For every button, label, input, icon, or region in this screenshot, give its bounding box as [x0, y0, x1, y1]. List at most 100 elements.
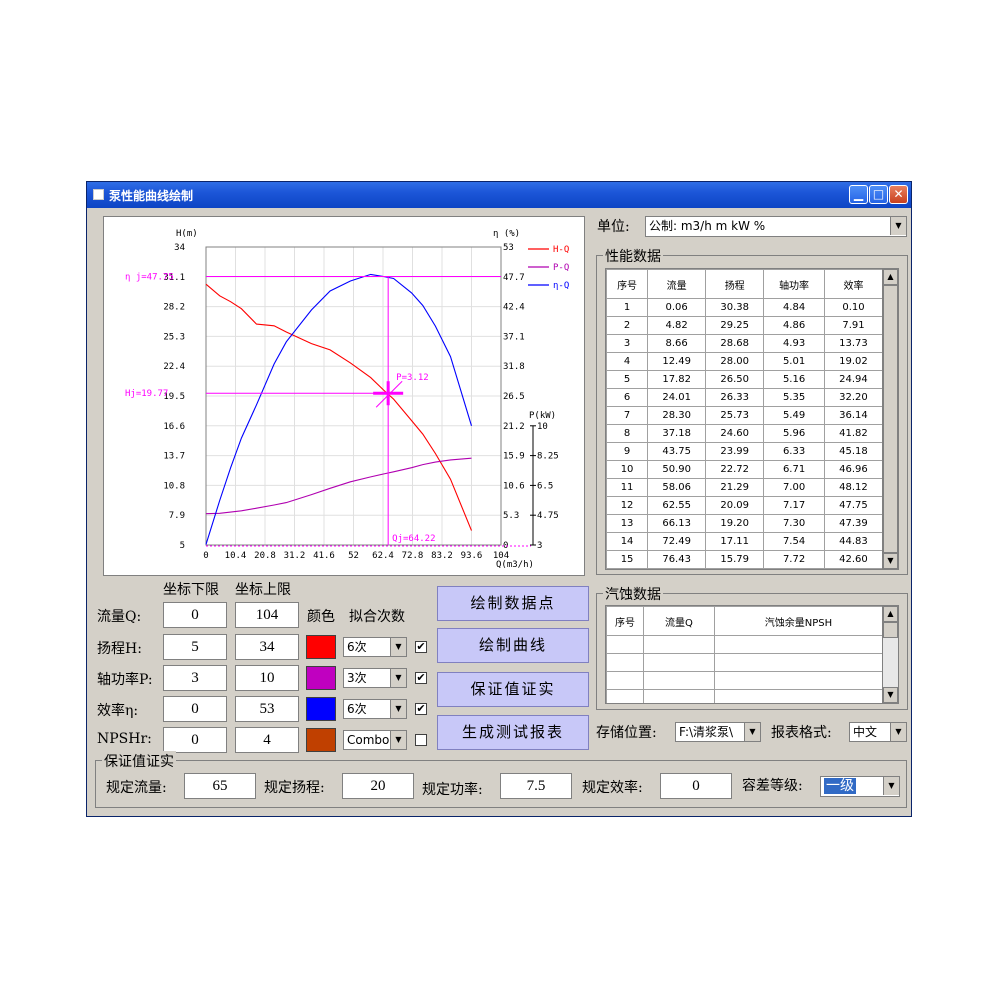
- eta-tick-label: 5.3: [503, 511, 519, 521]
- table-cell: 13: [606, 514, 649, 533]
- h-tick-label: 28.2: [163, 303, 185, 313]
- scroll-thumb[interactable]: [883, 285, 898, 553]
- chevron-down-icon[interactable]: ▼: [390, 669, 406, 687]
- table-row[interactable]: 10 50.90 22.72 6.71 46.96: [606, 460, 884, 479]
- npsh-upper-input[interactable]: 4: [235, 727, 299, 753]
- table-row[interactable]: 2 4.82 29.25 4.86 7.91: [606, 316, 884, 335]
- table-row[interactable]: 9 43.75 23.99 6.33 45.18: [606, 442, 884, 461]
- npsh-lower-input[interactable]: 0: [163, 727, 227, 753]
- x-axis-label: Q(m3/h): [496, 560, 534, 570]
- table-row[interactable]: [606, 689, 884, 703]
- p-axis-label: P(kW): [529, 411, 556, 421]
- chevron-down-icon[interactable]: ▼: [390, 731, 406, 749]
- plot-points-button[interactable]: 绘制数据点: [437, 586, 589, 621]
- table-row[interactable]: [606, 653, 884, 672]
- table-row[interactable]: 15 76.43 15.79 7.72 42.60: [606, 550, 884, 569]
- efficiency-fit-select[interactable]: 6次 ▼: [343, 699, 407, 719]
- table-row[interactable]: 3 8.66 28.68 4.93 13.73: [606, 334, 884, 353]
- table-row[interactable]: 12 62.55 20.09 7.17 47.75: [606, 496, 884, 515]
- eta-tick-label: 15.9: [503, 452, 525, 462]
- table-row[interactable]: 8 37.18 24.60 5.96 41.82: [606, 424, 884, 443]
- cavitation-table: 序号 流量Q 汽蚀余量NPSH: [606, 606, 884, 703]
- maximize-button[interactable]: □: [869, 185, 888, 204]
- performance-scrollbar[interactable]: ▲ ▼: [882, 269, 898, 569]
- head-fit-select[interactable]: 6次 ▼: [343, 637, 407, 657]
- rated-efficiency-input[interactable]: 0: [660, 773, 732, 799]
- generate-report-button[interactable]: 生成测试报表: [437, 715, 589, 750]
- unit-select[interactable]: 公制: m3/h m kW % ▼: [645, 216, 907, 237]
- power-lower-input[interactable]: 3: [163, 665, 227, 691]
- guarantee-group: 保证值证实 规定流量: 65 规定扬程: 20 规定功率: 7.5 规定效率: …: [95, 751, 907, 808]
- table-cell: 72.49: [647, 532, 707, 551]
- scroll-down-icon[interactable]: ▼: [883, 687, 898, 703]
- close-button[interactable]: ✕: [889, 185, 908, 204]
- chevron-down-icon[interactable]: ▼: [390, 638, 406, 656]
- flow-upper-input[interactable]: 104: [235, 602, 299, 628]
- head-color-swatch[interactable]: [306, 635, 336, 659]
- chevron-down-icon[interactable]: ▼: [890, 217, 906, 235]
- table-cell: 7.87: [763, 568, 825, 569]
- guarantee-check-button[interactable]: 保证值证实: [437, 672, 589, 707]
- title-bar[interactable]: 泵性能曲线绘制 ▁ □ ✕: [87, 182, 911, 208]
- scroll-down-icon[interactable]: ▼: [883, 553, 898, 569]
- table-cell: 45.18: [823, 442, 884, 461]
- rated-head-input[interactable]: 20: [342, 773, 414, 799]
- table-cell: 29.25: [705, 316, 765, 335]
- npsh-color-swatch[interactable]: [306, 728, 336, 752]
- table-cell: 4.84: [763, 298, 825, 317]
- cavitation-grid[interactable]: 序号 流量Q 汽蚀余量NPSH ▲ ▼: [605, 605, 899, 704]
- efficiency-upper-input[interactable]: 53: [235, 696, 299, 722]
- table-cell: 43.75: [647, 442, 707, 461]
- npsh-fit-select[interactable]: Combo ▼: [343, 730, 407, 750]
- chevron-down-icon[interactable]: ▼: [883, 777, 899, 795]
- table-row[interactable]: 6 24.01 26.33 5.35 32.20: [606, 388, 884, 407]
- eta-tick-label: 26.5: [503, 392, 525, 402]
- chevron-down-icon[interactable]: ▼: [390, 700, 406, 718]
- rated-flow-input[interactable]: 65: [184, 773, 256, 799]
- power-color-swatch[interactable]: [306, 666, 336, 690]
- npsh-checkbox[interactable]: [415, 734, 427, 746]
- upper-limit-header: 坐标上限: [235, 582, 291, 598]
- table-row[interactable]: 1 0.06 30.38 4.84 0.10: [606, 298, 884, 317]
- table-row[interactable]: 4 12.49 28.00 5.01 19.02: [606, 352, 884, 371]
- head-upper-input[interactable]: 34: [235, 634, 299, 660]
- power-fit-select[interactable]: 3次 ▼: [343, 668, 407, 688]
- tolerance-grade-select[interactable]: 一级 ▼: [820, 776, 900, 797]
- report-format-select[interactable]: 中文 ▼: [849, 722, 907, 742]
- rated-power-input[interactable]: 7.5: [500, 773, 572, 799]
- table-row[interactable]: 13 66.13 19.20 7.30 47.39: [606, 514, 884, 533]
- table-row[interactable]: 11 58.06 21.29 7.00 48.12: [606, 478, 884, 497]
- chevron-down-icon[interactable]: ▼: [890, 723, 906, 741]
- table-row[interactable]: 7 28.30 25.73 5.49 36.14: [606, 406, 884, 425]
- scroll-thumb[interactable]: [883, 622, 898, 638]
- head-lower-input[interactable]: 5: [163, 634, 227, 660]
- head-fit-value: 6次: [347, 640, 367, 654]
- table-cell: 14: [606, 532, 649, 551]
- table-row[interactable]: 14 72.49 17.11 7.54 44.83: [606, 532, 884, 551]
- table-cell: 48.12: [823, 478, 884, 497]
- flow-lower-input[interactable]: 0: [163, 602, 227, 628]
- efficiency-checkbox[interactable]: ✔: [415, 703, 427, 715]
- efficiency-color-swatch[interactable]: [306, 697, 336, 721]
- cavitation-scrollbar[interactable]: ▲ ▼: [882, 606, 898, 703]
- power-checkbox[interactable]: ✔: [415, 672, 427, 684]
- window-title: 泵性能曲线绘制: [109, 189, 194, 203]
- scroll-up-icon[interactable]: ▲: [883, 269, 898, 285]
- performance-grid[interactable]: 序号 流量 扬程 轴功率 效率 1 0.06 30.38 4.84 0.10 2 4.82 29.25 4…: [605, 268, 899, 570]
- storage-select[interactable]: F:\清浆泵\ ▼: [675, 722, 761, 742]
- minimize-button[interactable]: ▁: [849, 185, 868, 204]
- plot-curves-button[interactable]: 绘制曲线: [437, 628, 589, 663]
- chevron-down-icon[interactable]: ▼: [744, 723, 760, 741]
- table-row[interactable]: 5 17.82 26.50 5.16 24.94: [606, 370, 884, 389]
- flow-label: 流量Q:: [97, 609, 142, 625]
- efficiency-label: 效率η:: [97, 703, 139, 719]
- power-upper-input[interactable]: 10: [235, 665, 299, 691]
- table-row[interactable]: 1680.8613.907.8738.93: [606, 568, 884, 569]
- head-checkbox[interactable]: ✔: [415, 641, 427, 653]
- series-line-η-Q: [205, 273, 473, 545]
- table-row[interactable]: [606, 635, 884, 654]
- efficiency-lower-input[interactable]: 0: [163, 696, 227, 722]
- table-row[interactable]: [606, 671, 884, 690]
- scroll-up-icon[interactable]: ▲: [883, 606, 898, 622]
- p-tick-label: 6.5: [537, 481, 553, 491]
